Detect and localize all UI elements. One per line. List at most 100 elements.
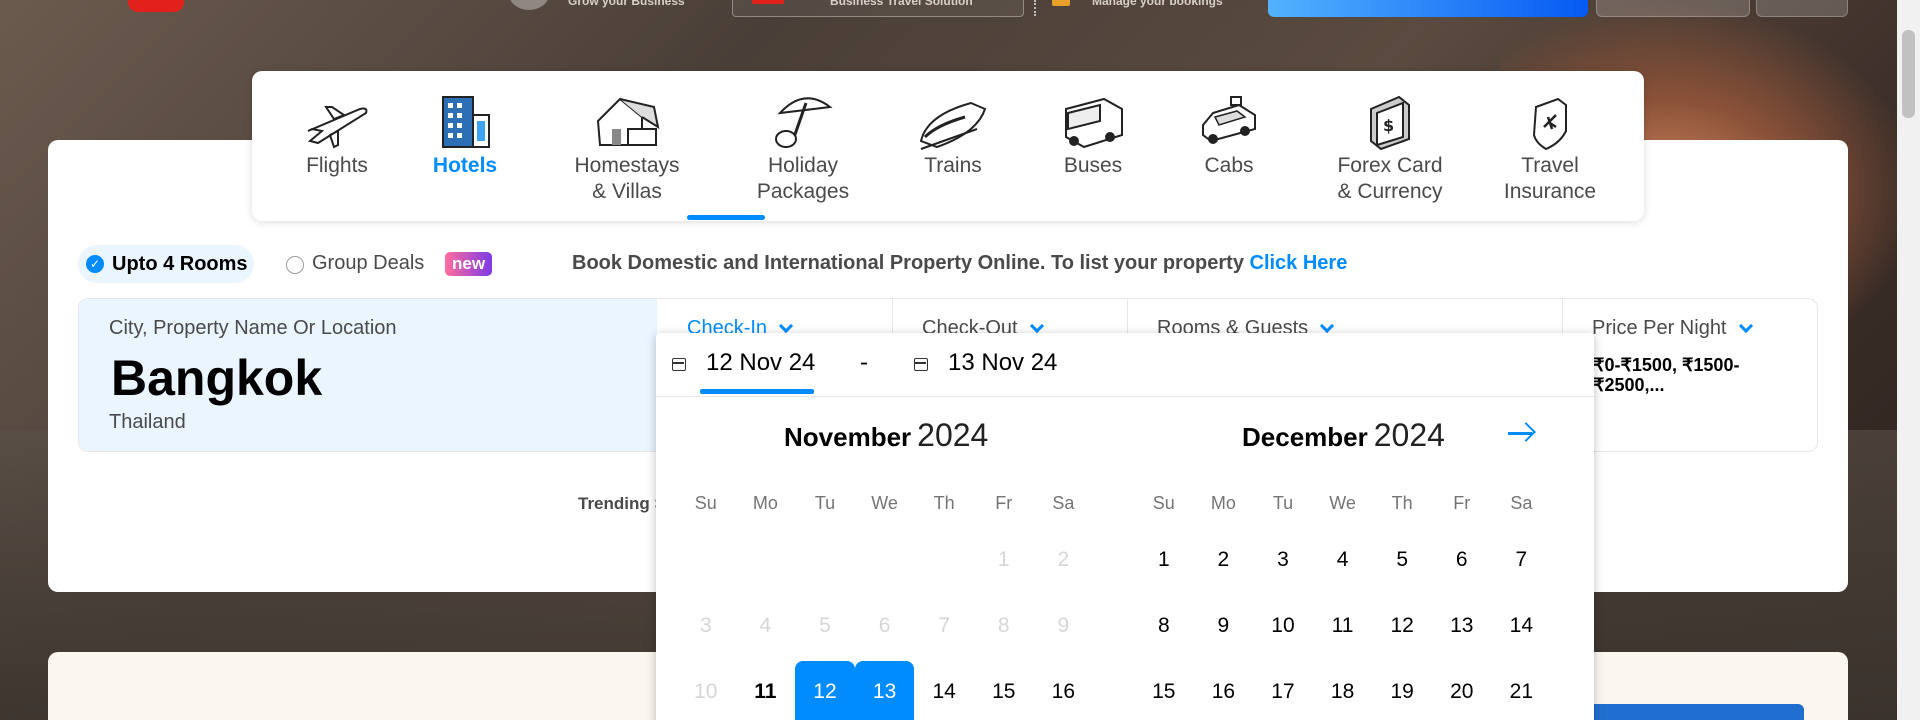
- new-badge: new: [445, 252, 493, 276]
- tab-trains[interactable]: Trains: [898, 81, 1008, 179]
- tab-holiday-packages[interactable]: Holiday Packages: [728, 81, 878, 205]
- brand-logo[interactable]: [128, 0, 184, 12]
- train-icon: [898, 81, 1008, 151]
- selected-day-cell[interactable]: 13: [854, 659, 915, 720]
- day-cell[interactable]: 15: [1134, 659, 1194, 720]
- month-year: 2024: [1373, 417, 1445, 453]
- disabled-day-cell: 7: [938, 614, 951, 637]
- day-cell[interactable]: 11: [1313, 593, 1373, 659]
- language-selector[interactable]: [1756, 0, 1848, 17]
- day-cell[interactable]: 9: [1194, 593, 1254, 659]
- weekday-header: We: [1329, 493, 1356, 513]
- chevron-down-icon: [1320, 318, 1335, 333]
- month-title-december: December 2024: [1242, 417, 1445, 454]
- car-icon: [1174, 81, 1284, 151]
- day-cell[interactable]: 16: [1034, 659, 1094, 720]
- country-selector[interactable]: [1596, 0, 1750, 17]
- shield-plane-icon: [1480, 81, 1620, 151]
- group-deals-label[interactable]: Group Deals: [312, 252, 424, 275]
- price-field[interactable]: Price Per Night: [1592, 317, 1753, 340]
- house-icon: [552, 81, 702, 151]
- weekday-header: Th: [933, 493, 955, 513]
- day-cell[interactable]: 13: [1432, 593, 1492, 659]
- chevron-down-icon: [778, 318, 794, 333]
- calendar-grid-december: Su Mo Tu We Th Fr Sa 1 2 3 4 5 6 7 8 9 10 11 12 13 14 15 16 17 1…: [1134, 493, 1551, 720]
- tab-hotels[interactable]: Hotels: [412, 81, 518, 179]
- disabled-day-cell: 4: [759, 614, 772, 637]
- login-button[interactable]: [1268, 0, 1588, 17]
- day-cell[interactable]: 18: [1313, 659, 1373, 720]
- day-cell[interactable]: 8: [1134, 593, 1194, 659]
- date-separator: -: [860, 349, 868, 376]
- empty-day-cell: [914, 527, 974, 593]
- product-nav: Flights Hotels Homestays & Villas Holida…: [252, 71, 1644, 221]
- day-cell[interactable]: 10: [1253, 593, 1313, 659]
- tab-flights[interactable]: Flights: [282, 81, 392, 179]
- tab-label: Flights: [306, 154, 368, 177]
- end-date-input[interactable]: 13 Nov 24: [948, 349, 1057, 377]
- tab-label: Homestays & Villas: [574, 154, 680, 203]
- weekday-header: Mo: [1210, 493, 1236, 513]
- start-date-input[interactable]: 12 Nov 24: [706, 349, 815, 377]
- day-cell[interactable]: 2: [1194, 527, 1254, 593]
- option-label: Upto 4 Rooms: [112, 252, 248, 275]
- grow-business-text[interactable]: Grow your Business: [568, 0, 685, 8]
- day-cell[interactable]: 7: [1492, 527, 1552, 593]
- tab-label: Hotels: [432, 154, 498, 177]
- business-travel-icon: [752, 0, 784, 4]
- trending-searches-label: Trending S: [578, 494, 666, 513]
- manage-bookings-text[interactable]: Manage your bookings: [1092, 0, 1223, 8]
- tab-label: Trains: [924, 154, 982, 177]
- day-cell[interactable]: 3: [1253, 527, 1313, 593]
- tab-label: Holiday Packages: [756, 154, 850, 203]
- day-cell[interactable]: 1: [1134, 527, 1194, 593]
- check-icon: ✓: [86, 255, 104, 273]
- tab-travel-insurance[interactable]: Travel Insurance: [1480, 81, 1620, 205]
- tab-label: Cabs: [1204, 154, 1254, 177]
- month-name: December: [1242, 422, 1368, 452]
- next-month-arrow-icon[interactable]: [1506, 421, 1536, 445]
- bus-icon: [1038, 81, 1148, 151]
- price-value[interactable]: ₹0-₹1500, ₹1500-₹2500,...: [1593, 355, 1803, 395]
- disabled-day-cell: 9: [1057, 614, 1070, 637]
- day-cell[interactable]: 19: [1372, 659, 1432, 720]
- selected-day-cell[interactable]: 12: [795, 659, 855, 720]
- day-cell[interactable]: 4: [1313, 527, 1373, 593]
- scrollbar-thumb[interactable]: [1902, 30, 1915, 118]
- tab-homestays[interactable]: Homestays & Villas: [552, 81, 702, 205]
- day-cell[interactable]: 14: [1492, 593, 1552, 659]
- click-here-link[interactable]: Click Here: [1250, 252, 1348, 274]
- calendar-icon: [914, 358, 928, 371]
- day-cell[interactable]: 17: [1253, 659, 1313, 720]
- disabled-day-cell: 8: [997, 614, 1010, 637]
- list-property-promo: Book Domestic and International Property…: [572, 252, 1347, 275]
- upto-4-rooms-option[interactable]: ✓ Upto 4 Rooms: [78, 245, 254, 283]
- day-cell[interactable]: 15: [974, 659, 1034, 720]
- disabled-day-cell: 2: [1057, 548, 1070, 571]
- tab-label: Buses: [1063, 154, 1123, 177]
- group-deals-radio[interactable]: [286, 256, 304, 274]
- bookings-icon: [1052, 0, 1070, 6]
- month-year: 2024: [917, 417, 989, 453]
- disabled-day-cell: 10: [694, 680, 718, 703]
- offer-banner[interactable]: [1560, 704, 1804, 720]
- weekday-header: Tu: [1272, 493, 1294, 513]
- day-cell[interactable]: 5: [1372, 527, 1432, 593]
- tab-cabs[interactable]: Cabs: [1174, 81, 1284, 179]
- weekday-header: Su: [1152, 493, 1175, 513]
- day-cell[interactable]: 20: [1432, 659, 1492, 720]
- day-cell[interactable]: 21: [1492, 659, 1552, 720]
- chevron-down-icon: [1029, 318, 1044, 333]
- day-cell[interactable]: 6: [1432, 527, 1492, 593]
- city-label: City, Property Name Or Location: [109, 317, 397, 339]
- day-cell[interactable]: 14: [914, 659, 974, 720]
- disabled-day-cell: 5: [819, 614, 831, 637]
- disabled-day-cell: 1: [997, 548, 1010, 571]
- tab-buses[interactable]: Buses: [1038, 81, 1148, 179]
- date-range-header: 12 Nov 24 - 13 Nov 24: [656, 333, 1594, 397]
- tab-forex[interactable]: $ Forex Card & Currency: [1310, 81, 1470, 205]
- city-field[interactable]: City, Property Name Or Location Bangkok …: [79, 299, 657, 451]
- day-cell[interactable]: 16: [1194, 659, 1254, 720]
- day-cell[interactable]: 11: [736, 659, 796, 720]
- day-cell[interactable]: 12: [1372, 593, 1432, 659]
